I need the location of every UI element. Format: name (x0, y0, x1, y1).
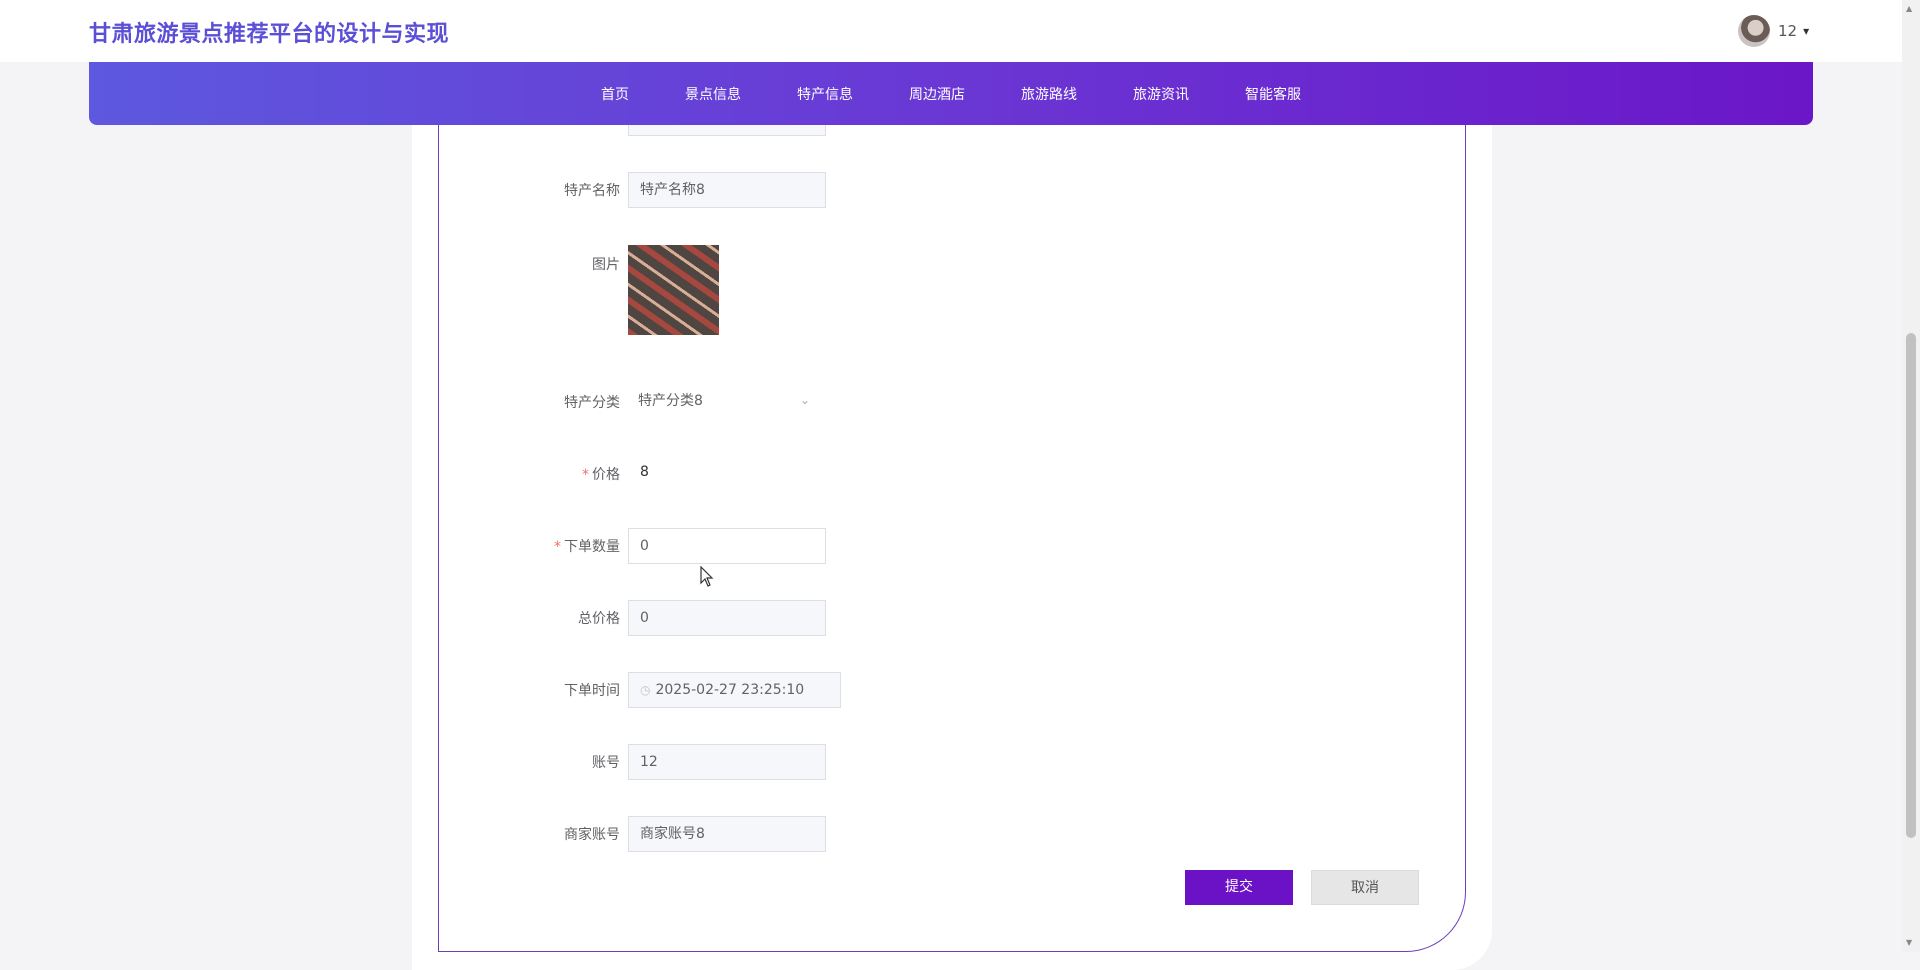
price-label: * 价格 (420, 464, 620, 484)
mouse-cursor-icon (700, 566, 714, 587)
avatar[interactable] (1738, 15, 1770, 47)
price-value: 8 (640, 464, 649, 480)
user-name[interactable]: 12 (1778, 22, 1797, 40)
merchant-account-input[interactable]: 商家账号8 (628, 816, 826, 852)
scroll-down-icon[interactable]: ▼ (1906, 938, 1912, 947)
order-quantity-label: * 下单数量 (420, 536, 620, 556)
merchant-account-label: 商家账号 (564, 827, 620, 843)
nav-item-travel-news[interactable]: 旅游资讯 (1133, 84, 1189, 104)
required-mark: * (554, 539, 561, 555)
chevron-down-icon[interactable]: ⌄ (800, 393, 810, 407)
user-menu[interactable]: 12 ▾ (1738, 15, 1809, 47)
order-quantity-label-text: 下单数量 (564, 539, 620, 555)
scrollbar-thumb[interactable] (1906, 333, 1916, 838)
top-header: 甘肃旅游景点推荐平台的设计与实现 12 ▾ (0, 0, 1902, 62)
price-label-text: 价格 (592, 467, 620, 483)
site-title[interactable]: 甘肃旅游景点推荐平台的设计与实现 (89, 16, 449, 48)
specialty-image[interactable] (628, 245, 719, 335)
nav-item-smart-service[interactable]: 智能客服 (1245, 84, 1301, 104)
image-label: 图片 (592, 257, 620, 273)
specialty-category-select[interactable]: 特产分类8 (628, 383, 826, 419)
nav-item-travel-routes[interactable]: 旅游路线 (1021, 84, 1077, 104)
order-time-value: 2025-02-27 23:25:10 (655, 682, 805, 698)
nav-item-home[interactable]: 首页 (601, 84, 629, 104)
nav-item-scenic-spots[interactable]: 景点信息 (685, 84, 741, 104)
cancel-button[interactable]: 取消 (1311, 870, 1419, 905)
order-quantity-input[interactable]: 0 (628, 528, 826, 564)
required-mark: * (582, 467, 589, 483)
total-price-input[interactable]: 0 (628, 600, 826, 636)
order-time-label: 下单时间 (564, 683, 620, 699)
submit-button[interactable]: 提交 (1185, 870, 1293, 905)
main-nav: 首页 景点信息 特产信息 周边酒店 旅游路线 旅游资讯 智能客服 (89, 62, 1813, 125)
total-price-label: 总价格 (578, 611, 620, 627)
nav-item-specialties[interactable]: 特产信息 (797, 84, 853, 104)
clock-icon: ◷ (640, 683, 651, 697)
specialty-category-label: 特产分类 (564, 395, 620, 411)
specialty-name-label: 特产名称 (564, 183, 620, 199)
caret-down-icon[interactable]: ▾ (1803, 24, 1809, 38)
scroll-up-icon[interactable]: ▲ (1906, 4, 1912, 13)
nav-item-nearby-hotels[interactable]: 周边酒店 (909, 84, 965, 104)
specialty-name-input[interactable]: 特产名称8 (628, 172, 826, 208)
account-input[interactable]: 12 (628, 744, 826, 780)
order-time-input[interactable]: ◷ 2025-02-27 23:25:10 (628, 672, 841, 708)
account-label: 账号 (592, 755, 620, 771)
